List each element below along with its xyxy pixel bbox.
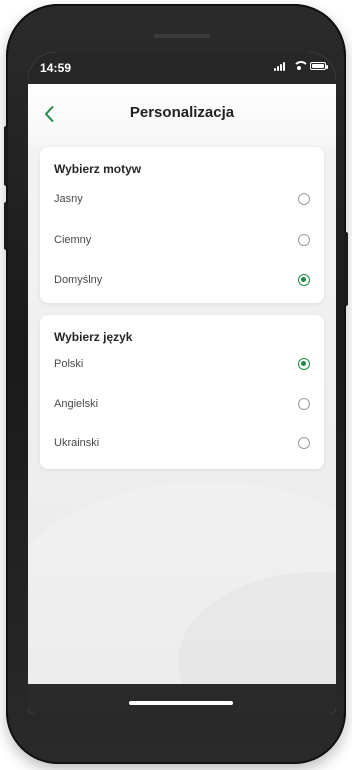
language-option-ukrainski[interactable]: Ukrainski: [54, 432, 310, 454]
status-time: 14:59: [40, 61, 72, 75]
status-icons: [274, 61, 328, 71]
language-option-polski[interactable]: Polski: [54, 353, 310, 375]
language-option-label: Polski: [54, 358, 84, 370]
battery-icon: [310, 62, 328, 70]
signal-icon: [274, 61, 288, 71]
radio-button-selected[interactable]: [298, 358, 310, 370]
bottom-navigation-bar: [28, 684, 336, 714]
theme-section-title: Wybierz motyw: [54, 162, 142, 176]
language-option-label: Angielski: [54, 398, 99, 410]
right-side-button: [344, 232, 348, 306]
theme-option-domyslny[interactable]: Domyślny: [54, 269, 310, 291]
phone-frame: 14:59 Personalizacja Wybierz motyw Jasny: [4, 4, 348, 764]
theme-option-jasny[interactable]: Jasny: [54, 188, 310, 210]
radio-button[interactable]: [298, 234, 310, 246]
home-indicator[interactable]: [129, 701, 233, 705]
theme-option-label: Jasny: [54, 193, 83, 205]
language-option-label: Ukrainski: [54, 437, 100, 449]
theme-option-label: Domyślny: [54, 274, 103, 286]
radio-button[interactable]: [298, 437, 310, 449]
theme-option-label: Ciemny: [54, 234, 92, 246]
left-side-button: [4, 126, 8, 186]
radio-button[interactable]: [298, 193, 310, 205]
app-header: Personalizacja: [28, 84, 336, 146]
language-card: Wybierz język Polski Angielski Ukrainski: [40, 315, 324, 469]
speaker-grille: [154, 34, 210, 38]
left-side-button-2: [4, 202, 8, 250]
theme-option-ciemny[interactable]: Ciemny: [54, 229, 310, 251]
radio-button-selected[interactable]: [298, 274, 310, 286]
status-bar: 14:59: [28, 52, 336, 84]
language-section-title: Wybierz język: [54, 330, 133, 344]
app-screen: 14:59 Personalizacja Wybierz motyw Jasny: [28, 52, 336, 714]
language-option-angielski[interactable]: Angielski: [54, 393, 310, 415]
page-title: Personalizacja: [129, 104, 235, 121]
wifi-icon: [292, 61, 306, 71]
theme-card: Wybierz motyw Jasny Ciemny Domyślny: [40, 147, 324, 303]
radio-button[interactable]: [298, 398, 310, 410]
